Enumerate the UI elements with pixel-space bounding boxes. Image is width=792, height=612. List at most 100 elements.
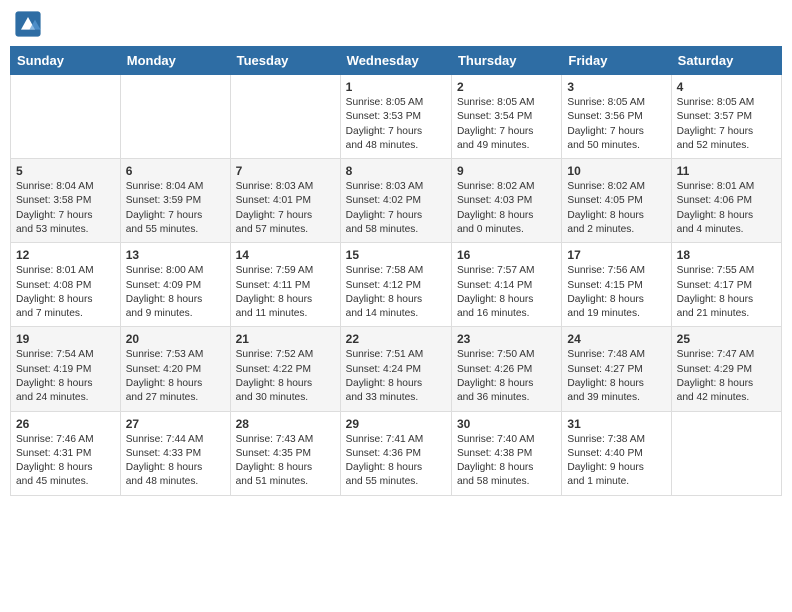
- day-info: Sunrise: 8:05 AM Sunset: 3:56 PM Dayligh…: [567, 96, 665, 153]
- calendar-day-cell: 27 Sunrise: 7:44 AM Sunset: 4:33 PM Dayli…: [120, 411, 230, 495]
- calendar-day-cell: 25 Sunrise: 7:47 AM Sunset: 4:29 PM Dayli…: [671, 327, 781, 411]
- calendar-day-cell: 28 Sunrise: 7:43 AM Sunset: 4:35 PM Dayli…: [230, 411, 340, 495]
- day-number: 11: [677, 164, 776, 178]
- day-info: Sunrise: 7:40 AM Sunset: 4:38 PM Dayligh…: [457, 433, 556, 490]
- calendar-week-row: 19 Sunrise: 7:54 AM Sunset: 4:19 PM Dayli…: [11, 327, 782, 411]
- weekday-header: Tuesday: [230, 47, 340, 75]
- day-number: 29: [346, 417, 446, 431]
- day-number: 6: [126, 164, 225, 178]
- day-info: Sunrise: 7:52 AM Sunset: 4:22 PM Dayligh…: [236, 348, 335, 405]
- calendar-day-cell: 21 Sunrise: 7:52 AM Sunset: 4:22 PM Dayli…: [230, 327, 340, 411]
- logo-icon: [14, 10, 42, 38]
- day-number: 10: [567, 164, 665, 178]
- weekday-header: Sunday: [11, 47, 121, 75]
- calendar-day-cell: 19 Sunrise: 7:54 AM Sunset: 4:19 PM Dayli…: [11, 327, 121, 411]
- calendar-day-cell: 7 Sunrise: 8:03 AM Sunset: 4:01 PM Daylig…: [230, 159, 340, 243]
- calendar-day-cell: [11, 75, 121, 159]
- day-info: Sunrise: 7:58 AM Sunset: 4:12 PM Dayligh…: [346, 264, 446, 321]
- day-number: 12: [16, 248, 115, 262]
- calendar-day-cell: 20 Sunrise: 7:53 AM Sunset: 4:20 PM Dayli…: [120, 327, 230, 411]
- day-number: 27: [126, 417, 225, 431]
- day-number: 26: [16, 417, 115, 431]
- day-number: 4: [677, 80, 776, 94]
- day-number: 15: [346, 248, 446, 262]
- calendar-day-cell: 2 Sunrise: 8:05 AM Sunset: 3:54 PM Daylig…: [451, 75, 561, 159]
- weekday-header: Friday: [562, 47, 671, 75]
- day-number: 18: [677, 248, 776, 262]
- calendar-day-cell: 1Sunrise: 8:05 AM Sunset: 3:53 PM Daylig…: [340, 75, 451, 159]
- weekday-header: Saturday: [671, 47, 781, 75]
- day-info: Sunrise: 7:59 AM Sunset: 4:11 PM Dayligh…: [236, 264, 335, 321]
- day-number: 13: [126, 248, 225, 262]
- calendar-day-cell: 14 Sunrise: 7:59 AM Sunset: 4:11 PM Dayli…: [230, 243, 340, 327]
- calendar-day-cell: [120, 75, 230, 159]
- calendar-day-cell: 22Sunrise: 7:51 AM Sunset: 4:24 PM Dayli…: [340, 327, 451, 411]
- calendar-table: SundayMondayTuesdayWednesdayThursdayFrid…: [10, 46, 782, 496]
- calendar-day-cell: 11 Sunrise: 8:01 AM Sunset: 4:06 PM Dayli…: [671, 159, 781, 243]
- calendar-day-cell: 3 Sunrise: 8:05 AM Sunset: 3:56 PM Daylig…: [562, 75, 671, 159]
- day-number: 2: [457, 80, 556, 94]
- day-number: 16: [457, 248, 556, 262]
- day-info: Sunrise: 7:38 AM Sunset: 4:40 PM Dayligh…: [567, 433, 665, 490]
- day-info: Sunrise: 7:54 AM Sunset: 4:19 PM Dayligh…: [16, 348, 115, 405]
- day-info: Sunrise: 7:44 AM Sunset: 4:33 PM Dayligh…: [126, 433, 225, 490]
- day-info: Sunrise: 8:05 AM Sunset: 3:57 PM Dayligh…: [677, 96, 776, 153]
- day-number: 28: [236, 417, 335, 431]
- day-number: 7: [236, 164, 335, 178]
- day-number: 31: [567, 417, 665, 431]
- day-number: 3: [567, 80, 665, 94]
- calendar-day-cell: 9Sunrise: 8:02 AM Sunset: 4:03 PM Daylig…: [451, 159, 561, 243]
- calendar-day-cell: [230, 75, 340, 159]
- day-number: 20: [126, 332, 225, 346]
- weekday-header: Thursday: [451, 47, 561, 75]
- calendar-day-cell: 5Sunrise: 8:04 AM Sunset: 3:58 PM Daylig…: [11, 159, 121, 243]
- calendar-day-cell: 29 Sunrise: 7:41 AM Sunset: 4:36 PM Dayli…: [340, 411, 451, 495]
- day-info: Sunrise: 7:41 AM Sunset: 4:36 PM Dayligh…: [346, 433, 446, 490]
- calendar-week-row: 26 Sunrise: 7:46 AM Sunset: 4:31 PM Dayli…: [11, 411, 782, 495]
- calendar-day-cell: 16 Sunrise: 7:57 AM Sunset: 4:14 PM Dayli…: [451, 243, 561, 327]
- day-info: Sunrise: 7:48 AM Sunset: 4:27 PM Dayligh…: [567, 348, 665, 405]
- calendar-day-cell: 4 Sunrise: 8:05 AM Sunset: 3:57 PM Daylig…: [671, 75, 781, 159]
- day-info: Sunrise: 7:57 AM Sunset: 4:14 PM Dayligh…: [457, 264, 556, 321]
- calendar-header-row: SundayMondayTuesdayWednesdayThursdayFrid…: [11, 47, 782, 75]
- day-info: Sunrise: 7:56 AM Sunset: 4:15 PM Dayligh…: [567, 264, 665, 321]
- calendar-day-cell: 26 Sunrise: 7:46 AM Sunset: 4:31 PM Dayli…: [11, 411, 121, 495]
- calendar-day-cell: 12Sunrise: 8:01 AM Sunset: 4:08 PM Dayli…: [11, 243, 121, 327]
- day-info: Sunrise: 7:43 AM Sunset: 4:35 PM Dayligh…: [236, 433, 335, 490]
- calendar-day-cell: 8Sunrise: 8:03 AM Sunset: 4:02 PM Daylig…: [340, 159, 451, 243]
- day-number: 14: [236, 248, 335, 262]
- day-info: Sunrise: 7:47 AM Sunset: 4:29 PM Dayligh…: [677, 348, 776, 405]
- calendar-day-cell: 6 Sunrise: 8:04 AM Sunset: 3:59 PM Daylig…: [120, 159, 230, 243]
- day-number: 9: [457, 164, 556, 178]
- day-number: 24: [567, 332, 665, 346]
- day-number: 21: [236, 332, 335, 346]
- page-header: [10, 10, 782, 38]
- calendar-week-row: 12Sunrise: 8:01 AM Sunset: 4:08 PM Dayli…: [11, 243, 782, 327]
- calendar-day-cell: 30Sunrise: 7:40 AM Sunset: 4:38 PM Dayli…: [451, 411, 561, 495]
- day-info: Sunrise: 8:05 AM Sunset: 3:54 PM Dayligh…: [457, 96, 556, 153]
- day-info: Sunrise: 8:04 AM Sunset: 3:59 PM Dayligh…: [126, 180, 225, 237]
- day-info: Sunrise: 8:04 AM Sunset: 3:58 PM Dayligh…: [16, 180, 115, 237]
- day-info: Sunrise: 7:46 AM Sunset: 4:31 PM Dayligh…: [16, 433, 115, 490]
- day-info: Sunrise: 8:03 AM Sunset: 4:02 PM Dayligh…: [346, 180, 446, 237]
- calendar-week-row: 1Sunrise: 8:05 AM Sunset: 3:53 PM Daylig…: [11, 75, 782, 159]
- day-number: 17: [567, 248, 665, 262]
- calendar-day-cell: 15 Sunrise: 7:58 AM Sunset: 4:12 PM Dayli…: [340, 243, 451, 327]
- day-number: 25: [677, 332, 776, 346]
- day-number: 23: [457, 332, 556, 346]
- day-info: Sunrise: 7:51 AM Sunset: 4:24 PM Dayligh…: [346, 348, 446, 405]
- day-info: Sunrise: 8:02 AM Sunset: 4:05 PM Dayligh…: [567, 180, 665, 237]
- day-number: 1: [346, 80, 446, 94]
- day-info: Sunrise: 8:03 AM Sunset: 4:01 PM Dayligh…: [236, 180, 335, 237]
- day-info: Sunrise: 8:00 AM Sunset: 4:09 PM Dayligh…: [126, 264, 225, 321]
- day-info: Sunrise: 7:50 AM Sunset: 4:26 PM Dayligh…: [457, 348, 556, 405]
- calendar-day-cell: 10 Sunrise: 8:02 AM Sunset: 4:05 PM Dayli…: [562, 159, 671, 243]
- calendar-day-cell: [671, 411, 781, 495]
- day-number: 19: [16, 332, 115, 346]
- weekday-header: Monday: [120, 47, 230, 75]
- day-info: Sunrise: 7:53 AM Sunset: 4:20 PM Dayligh…: [126, 348, 225, 405]
- calendar-week-row: 5Sunrise: 8:04 AM Sunset: 3:58 PM Daylig…: [11, 159, 782, 243]
- day-info: Sunrise: 8:01 AM Sunset: 4:06 PM Dayligh…: [677, 180, 776, 237]
- calendar-day-cell: 31 Sunrise: 7:38 AM Sunset: 4:40 PM Dayli…: [562, 411, 671, 495]
- calendar-day-cell: 18Sunrise: 7:55 AM Sunset: 4:17 PM Dayli…: [671, 243, 781, 327]
